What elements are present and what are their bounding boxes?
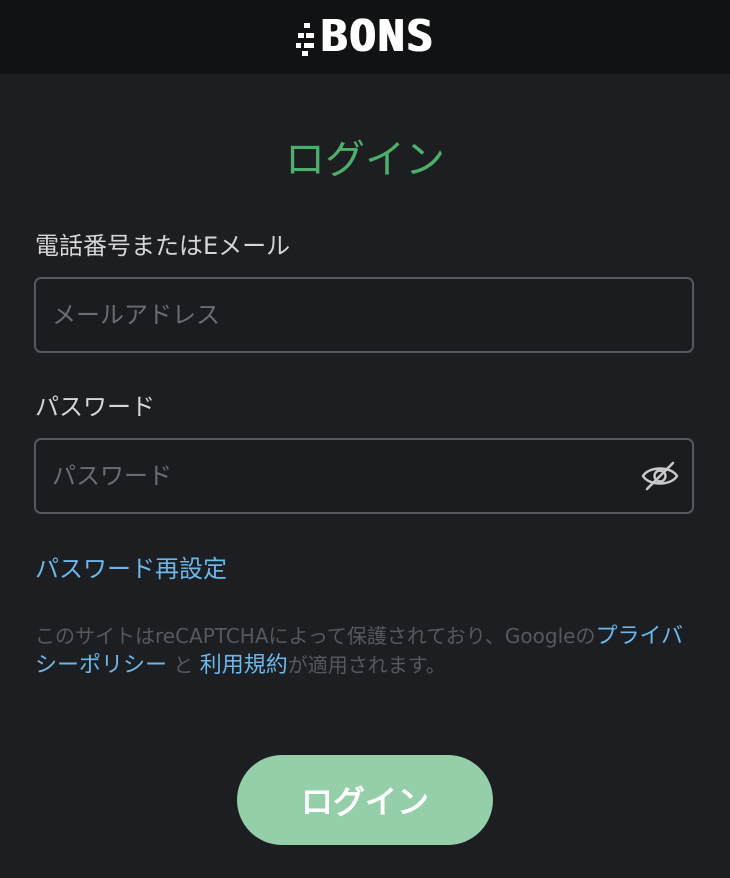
email-input[interactable]	[52, 279, 632, 351]
header-bar: BONS	[0, 0, 730, 74]
password-field-box	[34, 438, 694, 514]
recaptcha-notice-tail: が適用されます。	[287, 653, 446, 677]
password-input[interactable]	[52, 440, 632, 512]
bons-logo[interactable]: BONS	[296, 15, 434, 59]
login-button[interactable]: ログイン	[237, 755, 493, 845]
terms-link[interactable]: 利用規約	[200, 653, 288, 678]
password-label: パスワード	[35, 393, 155, 421]
eye-slash-icon[interactable]	[640, 458, 680, 494]
email-field-box	[34, 277, 694, 353]
login-panel: ログイン 電話番号またはEメール パスワード パスワード再設定 このサイトはre…	[0, 74, 730, 878]
logo-text: BONS	[320, 11, 434, 62]
logo-speed-lines-icon	[296, 17, 316, 57]
email-label: 電話番号またはEメール	[35, 232, 291, 260]
password-reset-link[interactable]: パスワード再設定	[35, 553, 227, 585]
recaptcha-notice-and: と	[173, 653, 194, 677]
page-title: ログイン	[285, 137, 445, 183]
recaptcha-notice-text: このサイトはreCAPTCHAによって保護されており、Googleの	[35, 624, 596, 648]
recaptcha-notice: このサイトはreCAPTCHAによって保護されており、Googleのプライバシー…	[35, 622, 695, 680]
